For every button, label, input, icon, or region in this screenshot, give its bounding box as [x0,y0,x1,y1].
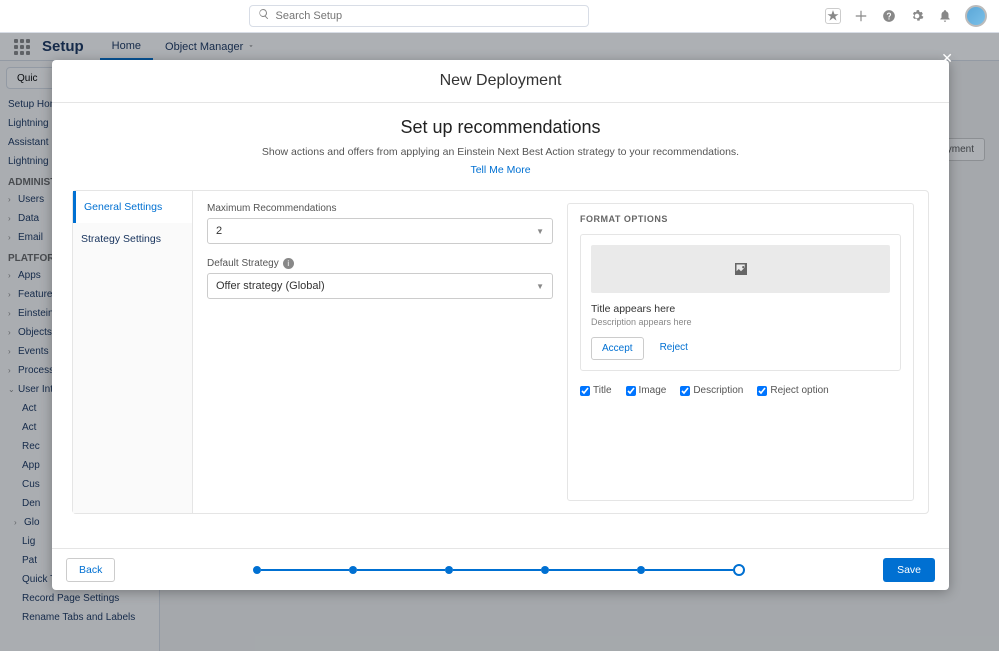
default-strategy-select[interactable]: Offer strategy (Global) ▼ [207,273,553,299]
chk-image[interactable]: Image [626,385,667,396]
info-icon[interactable]: i [283,258,294,269]
modal-header: New Deployment [52,60,949,103]
save-button[interactable]: Save [883,558,935,582]
step-line [549,569,637,571]
modal-body: Set up recommendations Show actions and … [52,103,949,548]
step-dot [541,566,549,574]
max-rec-label: Maximum Recommendations [207,203,553,214]
step-line [453,569,541,571]
step-line [645,569,733,571]
step-description: Show actions and offers from applying an… [72,146,929,158]
modal-title: New Deployment [52,72,949,90]
step-dot [349,566,357,574]
chk-reject[interactable]: Reject option [757,385,828,396]
progress-stepper [115,564,883,576]
content-panel: General Settings Strategy Settings Maxim… [72,190,929,514]
header-icons [825,5,987,27]
preview-description: Description appears here [591,317,890,327]
chevron-down-icon: ▼ [536,282,544,291]
search-input[interactable] [276,10,580,22]
avatar[interactable] [965,5,987,27]
new-deployment-modal: ✕ New Deployment Set up recommendations … [52,60,949,590]
chk-description[interactable]: Description [680,385,743,396]
format-options-panel: Format Options Title appears here Descri… [567,203,914,501]
favorites-icon[interactable] [825,8,841,24]
step-line [261,569,349,571]
preview-buttons: Accept Reject [591,337,890,360]
max-rec-select[interactable]: 2 ▼ [207,218,553,244]
format-checkboxes: Title Image Description Reject option [580,385,901,396]
reject-button[interactable]: Reject [650,337,698,360]
preview-title: Title appears here [591,303,890,315]
step-dot-current [733,564,745,576]
nav-strategy-settings[interactable]: Strategy Settings [73,223,192,255]
step-dot [253,566,261,574]
step-heading: Set up recommendations [72,117,929,138]
step-line [357,569,445,571]
default-strategy-value: Offer strategy (Global) [216,280,325,292]
image-placeholder-icon [591,245,890,293]
default-strategy-label: Default Strategy i [207,258,553,269]
max-rec-value: 2 [216,225,222,237]
tell-me-more-link[interactable]: Tell Me More [72,164,929,176]
back-button[interactable]: Back [66,558,115,582]
format-heading: Format Options [580,214,901,224]
chevron-down-icon: ▼ [536,227,544,236]
form-left: Maximum Recommendations 2 ▼ Default Stra… [207,203,553,501]
chk-title[interactable]: Title [580,385,612,396]
step-dot [637,566,645,574]
global-search[interactable] [249,5,589,27]
global-header [0,0,999,33]
gear-icon[interactable] [909,8,925,24]
help-icon[interactable] [881,8,897,24]
search-icon [258,7,270,25]
plus-icon[interactable] [853,8,869,24]
modal-footer: Back Save [52,548,949,590]
step-dot [445,566,453,574]
settings-nav: General Settings Strategy Settings [73,191,193,513]
form-area: Maximum Recommendations 2 ▼ Default Stra… [193,191,928,513]
preview-card: Title appears here Description appears h… [580,234,901,371]
close-icon[interactable]: ✕ [937,46,957,71]
accept-button[interactable]: Accept [591,337,644,360]
nav-general-settings[interactable]: General Settings [73,191,192,223]
bell-icon[interactable] [937,8,953,24]
